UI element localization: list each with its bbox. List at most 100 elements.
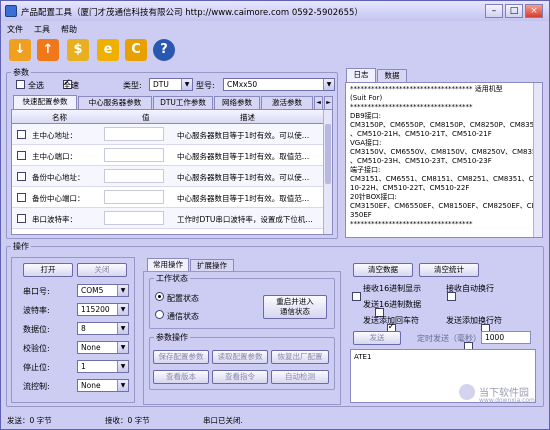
baud-rate-value: 115200	[81, 305, 110, 314]
open-port-button[interactable]: 打开	[23, 263, 73, 277]
comm-state-label: 通信状态	[167, 312, 199, 321]
send-button[interactable]: 发送	[353, 331, 401, 345]
col-header-name: 名称	[52, 113, 67, 122]
baud-rate-label: 波特率:	[23, 306, 50, 315]
stop-bits-select[interactable]: 1 ▼	[77, 360, 129, 373]
tab-scroll-right[interactable]: ►	[324, 96, 333, 109]
upload-icon[interactable]: ↑	[37, 39, 59, 61]
row-checkbox[interactable]	[17, 151, 26, 160]
row-checkbox[interactable]	[17, 193, 26, 202]
tab-center-server[interactable]: 中心服务器参数	[78, 96, 152, 109]
col-header-desc: 描述	[240, 113, 255, 122]
chevron-down-icon: ▼	[117, 361, 128, 372]
minimize-button[interactable]: –	[485, 4, 503, 18]
maximize-button[interactable]: □	[505, 4, 523, 18]
flow-control-select[interactable]: None ▼	[77, 379, 129, 392]
table-row[interactable]: 备份中心端口： 中心服务器数目等于1时有效。取值范…	[12, 187, 332, 208]
scrollbar-thumb[interactable]	[325, 124, 331, 184]
factory-reset-button[interactable]: 恢复出厂配置	[271, 350, 329, 364]
parity-label: 校验位:	[23, 344, 50, 353]
tab-activation[interactable]: 激活参数	[261, 96, 313, 109]
table-row[interactable]: 主中心端口： 中心服务器数目等于1时有效。取值范…	[12, 145, 332, 166]
log-line: 20针BOX接口:	[350, 193, 397, 201]
select-all-checkbox[interactable]	[16, 80, 25, 89]
row-checkbox[interactable]	[17, 172, 26, 181]
row-value[interactable]	[104, 127, 164, 141]
tab-dtu-work[interactable]: DTU工作参数	[153, 96, 213, 109]
tab-data[interactable]: 数据	[377, 69, 407, 82]
row-checkbox[interactable]	[17, 130, 26, 139]
model-label: 型号:	[196, 81, 215, 90]
tab-quick-config[interactable]: 快速配置参数	[13, 95, 77, 109]
row-desc: 中心服务器数目等于1时有效。取值范…	[177, 152, 310, 161]
table-row[interactable]: 主中心地址： 中心服务器数目等于1时有效。可以使…	[12, 124, 332, 145]
chevron-down-icon: ▼	[117, 285, 128, 296]
menu-tools[interactable]: 工具	[34, 24, 50, 35]
table-row[interactable]: 备份中心地址： 中心服务器数目等于1时有效。可以使…	[12, 166, 332, 187]
restart-comm-button[interactable]: 重启并进入 通信状态	[263, 295, 327, 319]
param-ops-legend: 参数操作	[156, 333, 188, 342]
sent-bytes-status: 发送：0 字节	[7, 416, 52, 425]
com-port-label: 串口号:	[23, 287, 50, 296]
log-line: (Suit For)	[350, 94, 383, 102]
row-value[interactable]	[104, 148, 164, 162]
window-title: 产品配置工具（厦门才茂通信科技有限公司 http://www.caimore.c…	[21, 8, 363, 18]
clear-stats-button[interactable]: 清空统计	[419, 263, 479, 277]
parity-select[interactable]: None ▼	[77, 341, 129, 354]
row-desc: 中心服务器数目等于1时有效。取值范…	[177, 194, 310, 203]
log-scrollbar[interactable]	[533, 83, 542, 237]
chevron-down-icon: ▼	[117, 380, 128, 391]
log-line: 端子接口:	[350, 166, 381, 174]
comm-state-radio[interactable]	[155, 310, 164, 319]
close-window-button[interactable]: ×	[525, 4, 543, 18]
recv-hex-checkbox[interactable]	[352, 292, 361, 301]
table-row[interactable]: 串口波特率： 工作时DTU串口波特率，设置成下位机…	[12, 208, 332, 229]
save-config-button[interactable]: 保存配置参数	[153, 350, 209, 364]
row-checkbox[interactable]	[17, 214, 26, 223]
view-command-button[interactable]: 查看指令	[212, 370, 268, 384]
menu-file[interactable]: 文件	[7, 24, 23, 35]
c-icon[interactable]: C	[125, 39, 147, 61]
data-bits-value: 8	[81, 324, 86, 333]
view-version-button[interactable]: 查看版本	[153, 370, 209, 384]
connect-icon[interactable]: $	[67, 39, 89, 61]
com-port-select[interactable]: COM5 ▼	[77, 284, 129, 297]
work-status-legend: 工作状态	[156, 274, 188, 283]
model-select[interactable]: CMxx50 ▼	[223, 78, 335, 91]
flow-control-value: None	[81, 381, 101, 390]
ie-icon[interactable]: e	[97, 39, 119, 61]
download-icon[interactable]: ↓	[9, 39, 31, 61]
log-content: *********************************** 适用机型…	[350, 85, 543, 229]
row-desc: 工作时DTU串口波特率，设置成下位机…	[177, 215, 313, 224]
row-value[interactable]	[104, 169, 164, 183]
menu-bar: 文件 工具 帮助	[1, 22, 549, 36]
timed-send-label: 定时发送（毫秒）	[417, 334, 481, 343]
row-value[interactable]	[104, 211, 164, 225]
close-port-button[interactable]: 关闭	[77, 263, 127, 277]
tab-network[interactable]: 网络参数	[214, 96, 260, 109]
select-all-label: 全选	[28, 81, 44, 90]
tab-log[interactable]: 日志	[346, 68, 376, 82]
type-select[interactable]: DTU ▼	[149, 78, 193, 91]
row-value[interactable]	[104, 190, 164, 204]
log-line: 、CM510-21H、CM510-21T、CM510-21F	[350, 130, 492, 138]
send-text: ATE1	[354, 353, 372, 361]
clear-data-button[interactable]: 清空数据	[353, 263, 413, 277]
log-line: DB9接口:	[350, 112, 382, 120]
interval-input[interactable]: 1000	[481, 331, 531, 344]
data-bits-select[interactable]: 8 ▼	[77, 322, 129, 335]
chevron-down-icon: ▼	[181, 79, 192, 90]
menu-help[interactable]: 帮助	[61, 24, 77, 35]
config-state-radio[interactable]	[155, 292, 164, 301]
table-scrollbar[interactable]	[323, 110, 332, 234]
read-config-button[interactable]: 读取配置参数	[212, 350, 268, 364]
chevron-down-icon: ▼	[117, 323, 128, 334]
about-icon[interactable]: ?	[153, 39, 175, 61]
tab-common-ops[interactable]: 常用操作	[147, 258, 189, 272]
log-textarea[interactable]: *********************************** 适用机型…	[345, 82, 543, 238]
baud-rate-select[interactable]: 115200 ▼	[77, 303, 129, 316]
auto-detect-button[interactable]: 自动检测	[271, 370, 329, 384]
log-line: CM3150V、CM6550V、CM8150V、CM8250V、CM8350V	[350, 148, 543, 156]
row-desc: 中心服务器数目等于1时有效。可以使…	[177, 173, 310, 182]
tab-scroll-left[interactable]: ◄	[314, 96, 323, 109]
